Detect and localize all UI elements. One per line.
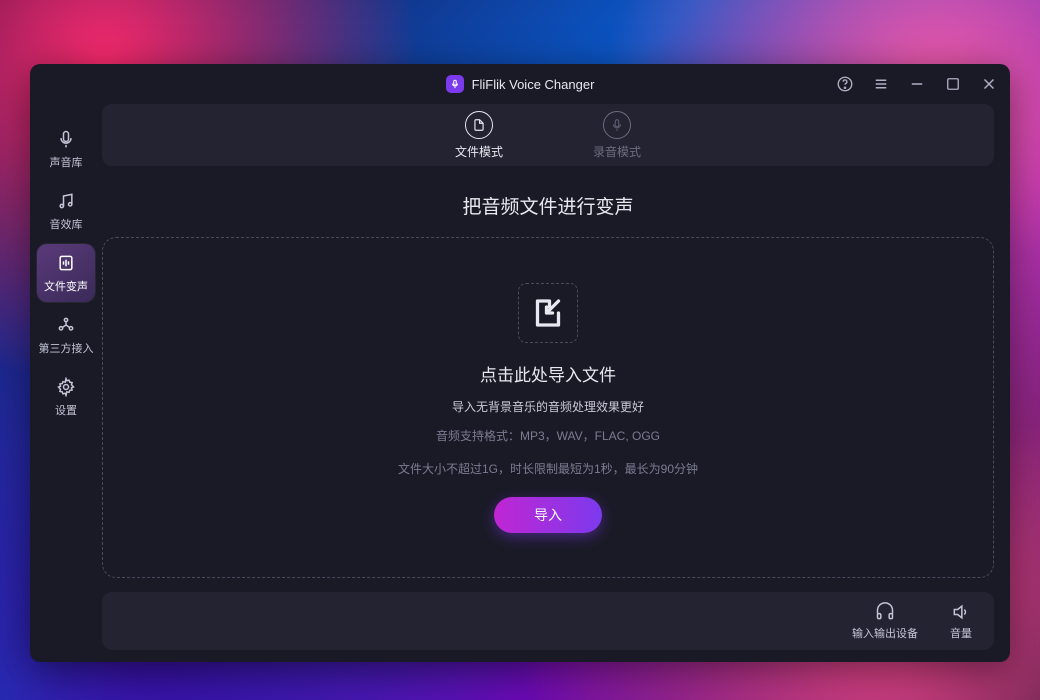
dropzone-hint-quality: 导入无背景音乐的音频处理效果更好 bbox=[452, 398, 644, 415]
sidebar-item-voice-library[interactable]: 声音库 bbox=[37, 120, 95, 178]
mode-label: 文件模式 bbox=[455, 143, 503, 160]
mode-label: 录音模式 bbox=[593, 143, 641, 160]
file-mode-icon bbox=[465, 111, 493, 139]
import-button[interactable]: 导入 bbox=[494, 497, 602, 533]
integration-icon bbox=[56, 315, 76, 335]
minimize-button[interactable] bbox=[908, 75, 926, 93]
io-device-button[interactable]: 输入输出设备 bbox=[852, 602, 918, 641]
sidebar-item-label: 第三方接入 bbox=[39, 340, 94, 356]
dropzone-hint-limits: 文件大小不超过1G，时长限制最短为1秒，最长为90分钟 bbox=[398, 460, 698, 477]
sidebar-item-label: 音效库 bbox=[50, 216, 83, 232]
sidebar-item-label: 设置 bbox=[55, 402, 77, 418]
sidebar-item-file-voicechange[interactable]: 文件变声 bbox=[37, 244, 95, 302]
close-button[interactable] bbox=[980, 75, 998, 93]
footer-label: 音量 bbox=[950, 625, 972, 641]
io-device-icon bbox=[875, 602, 895, 622]
footer-label: 输入输出设备 bbox=[852, 625, 918, 641]
app-window: FliFlik Voice Changer 声音库 bbox=[30, 64, 1010, 662]
sidebar-item-label: 声音库 bbox=[50, 154, 83, 170]
record-mode-icon bbox=[603, 111, 631, 139]
maximize-button[interactable] bbox=[944, 75, 962, 93]
sidebar-item-thirdparty[interactable]: 第三方接入 bbox=[37, 306, 95, 364]
app-body: 声音库 音效库 文件变声 第三方接入 设置 bbox=[30, 104, 1010, 662]
content-area: 把音频文件进行变声 点击此处导入文件 导入无背景音乐的音频处理效果更好 音频支持… bbox=[102, 180, 994, 578]
import-icon bbox=[518, 283, 578, 343]
titlebar: FliFlik Voice Changer bbox=[30, 64, 1010, 104]
footer-bar: 输入输出设备 音量 bbox=[102, 592, 994, 650]
music-note-icon bbox=[56, 191, 76, 211]
main-panel: 文件模式 录音模式 把音频文件进行变声 点击此处导入文件 导入无背景音乐的音频处… bbox=[102, 104, 1010, 662]
file-dropzone[interactable]: 点击此处导入文件 导入无背景音乐的音频处理效果更好 音频支持格式：MP3，WAV… bbox=[102, 237, 994, 578]
app-title: FliFlik Voice Changer bbox=[472, 77, 595, 92]
volume-icon bbox=[951, 602, 971, 622]
help-icon[interactable] bbox=[836, 75, 854, 93]
window-controls bbox=[836, 64, 998, 104]
dropzone-hint-formats: 音频支持格式：MP3，WAV，FLAC, OGG bbox=[436, 427, 660, 444]
sidebar: 声音库 音效库 文件变声 第三方接入 设置 bbox=[30, 104, 102, 662]
sidebar-item-settings[interactable]: 设置 bbox=[37, 368, 95, 426]
sidebar-item-sfx-library[interactable]: 音效库 bbox=[37, 182, 95, 240]
mode-record[interactable]: 录音模式 bbox=[593, 111, 641, 160]
mode-selector: 文件模式 录音模式 bbox=[102, 104, 994, 166]
dropzone-title: 点击此处导入文件 bbox=[480, 361, 616, 386]
menu-icon[interactable] bbox=[872, 75, 890, 93]
sidebar-item-label: 文件变声 bbox=[44, 278, 88, 294]
audio-file-icon bbox=[56, 253, 76, 273]
page-headline: 把音频文件进行变声 bbox=[462, 192, 633, 219]
app-logo bbox=[446, 75, 464, 93]
volume-button[interactable]: 音量 bbox=[950, 602, 972, 641]
mode-file[interactable]: 文件模式 bbox=[455, 111, 503, 160]
gear-icon bbox=[56, 377, 76, 397]
microphone-icon bbox=[56, 129, 76, 149]
